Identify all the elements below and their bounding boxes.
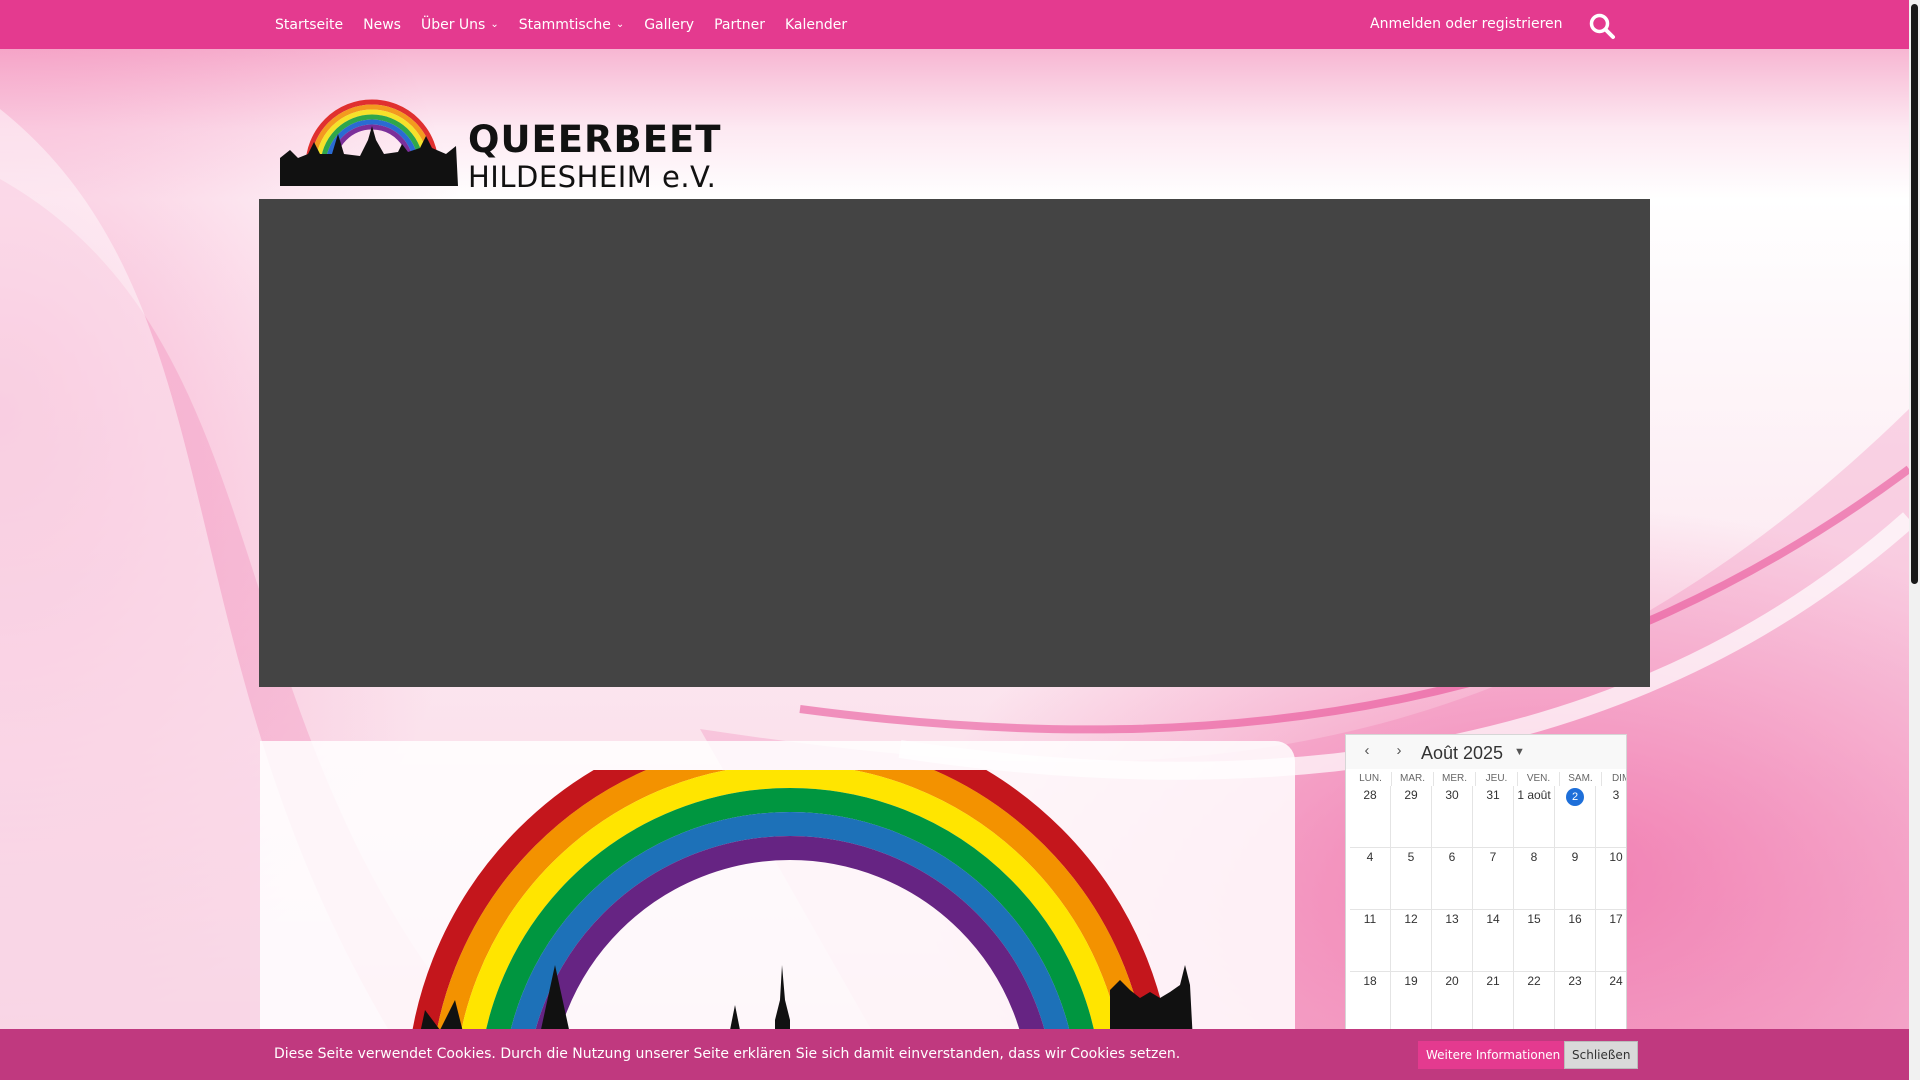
weekday-label: DIM. <box>1602 772 1626 786</box>
calendar-day[interactable]: 3 <box>1596 786 1626 848</box>
calendar-day[interactable]: 19 <box>1391 972 1432 1034</box>
weekday-label: JEU. <box>1476 772 1518 786</box>
nav-item-gallery[interactable]: Gallery <box>644 17 694 33</box>
today-marker: 2 <box>1566 788 1584 806</box>
scrollbar-thumb[interactable] <box>1911 4 1918 584</box>
calendar-header: ‹ › Août 2025 ▼ <box>1346 735 1626 769</box>
calendar-day[interactable]: 17 <box>1596 910 1626 972</box>
main-menu: Startseite News Über Uns ⌄ Stammtische ⌄ G… <box>275 0 867 49</box>
chevron-down-icon: ⌄ <box>615 19 625 30</box>
nav-item-news[interactable]: News <box>363 17 401 33</box>
chevron-left-icon[interactable]: ‹ <box>1358 742 1376 760</box>
calendar-day[interactable]: 7 <box>1473 848 1514 910</box>
chevron-down-icon: ⌄ <box>490 19 499 30</box>
calendar-grid: LUN. MAR. MER. JEU. VEN. SAM. DIM. 28 29… <box>1350 772 1626 1034</box>
nav-item-partner[interactable]: Partner <box>714 17 765 33</box>
cookie-notice-bar: Diese Seite verwendet Cookies. Durch die… <box>0 1029 1909 1080</box>
login-register-link[interactable]: Anmelden oder registrieren <box>1370 0 1563 49</box>
nav-item-label: Partner <box>714 16 765 33</box>
calendar-day[interactable]: 11 <box>1350 910 1391 972</box>
calendar-day[interactable]: 4 <box>1350 848 1391 910</box>
nav-item-kalender[interactable]: Kalender <box>785 17 847 33</box>
top-navigation-bar: Startseite News Über Uns ⌄ Stammtische ⌄ G… <box>0 0 1909 49</box>
calendar-day[interactable]: 31 <box>1473 786 1514 848</box>
cookie-notice-text: Diese Seite verwendet Cookies. Durch die… <box>274 1046 1181 1062</box>
chevron-right-icon[interactable]: › <box>1390 742 1408 760</box>
calendar-day[interactable]: 13 <box>1432 910 1473 972</box>
search-icon[interactable] <box>1588 12 1616 40</box>
nav-item-label: Stammtische <box>518 16 611 33</box>
weekday-label: SAM. <box>1560 772 1602 786</box>
calendar-week-row: 11 12 13 14 15 16 17 <box>1350 910 1626 972</box>
more-info-button[interactable]: Weitere Informationen <box>1418 1041 1569 1069</box>
weekday-label: VEN. <box>1518 772 1560 786</box>
nav-item-ueber-uns[interactable]: Über Uns ⌄ <box>421 17 499 33</box>
calendar-day[interactable]: 23 <box>1555 972 1596 1034</box>
calendar-day[interactable]: 5 <box>1391 848 1432 910</box>
calendar-day[interactable]: 15 <box>1514 910 1555 972</box>
calendar-day[interactable]: 24 <box>1596 972 1626 1034</box>
nav-item-stammtische[interactable]: Stammtische ⌄ <box>519 17 624 33</box>
nav-item-label: Gallery <box>644 16 695 33</box>
nav-item-label: Startseite <box>275 16 344 33</box>
page-scrollbar[interactable] <box>1909 0 1920 1080</box>
caret-down-icon[interactable]: ▼ <box>1514 746 1525 758</box>
calendar-day-today[interactable]: 2 <box>1555 786 1596 848</box>
calendar-day[interactable]: 22 <box>1514 972 1555 1034</box>
logo-subtitle: HILDESHEIM e.V. <box>468 160 717 194</box>
calendar-day[interactable]: 12 <box>1391 910 1432 972</box>
calendar-week-row: 28 29 30 31 1 août 2 3 <box>1350 786 1626 848</box>
calendar-day[interactable]: 6 <box>1432 848 1473 910</box>
calendar-day[interactable]: 16 <box>1555 910 1596 972</box>
calendar-day[interactable]: 10 <box>1596 848 1626 910</box>
calendar-day[interactable]: 8 <box>1514 848 1555 910</box>
image-slider[interactable] <box>259 199 1650 687</box>
nav-item-label: Kalender <box>784 16 848 33</box>
calendar-week-row: 18 19 20 21 22 23 24 <box>1350 972 1626 1034</box>
calendar-day[interactable]: 1 août <box>1514 786 1555 848</box>
calendar-day[interactable]: 30 <box>1432 786 1473 848</box>
nav-item-startseite[interactable]: Startseite <box>275 17 343 33</box>
nav-item-label: Über Uns <box>420 16 486 33</box>
calendar-day[interactable]: 18 <box>1350 972 1391 1034</box>
event-calendar: ‹ › Août 2025 ▼ LUN. MAR. MER. JEU. VEN.… <box>1345 734 1627 1036</box>
nav-item-label: News <box>363 16 401 33</box>
calendar-day[interactable]: 29 <box>1391 786 1432 848</box>
calendar-day[interactable]: 28 <box>1350 786 1391 848</box>
calendar-weekday-row: LUN. MAR. MER. JEU. VEN. SAM. DIM. <box>1350 772 1626 786</box>
weekday-label: MAR. <box>1392 772 1434 786</box>
close-cookie-button[interactable]: Schließen <box>1564 1041 1639 1069</box>
calendar-day[interactable]: 20 <box>1432 972 1473 1034</box>
calendar-day[interactable]: 9 <box>1555 848 1596 910</box>
weekday-label: MER. <box>1434 772 1476 786</box>
calendar-week-row: 4 5 6 7 8 9 10 <box>1350 848 1626 910</box>
calendar-day[interactable]: 14 <box>1473 910 1514 972</box>
calendar-month-title[interactable]: Août 2025 <box>1421 743 1503 764</box>
calendar-day[interactable]: 21 <box>1473 972 1514 1034</box>
weekday-label: LUN. <box>1350 772 1392 786</box>
logo-title: QUEERBEET <box>468 118 722 161</box>
